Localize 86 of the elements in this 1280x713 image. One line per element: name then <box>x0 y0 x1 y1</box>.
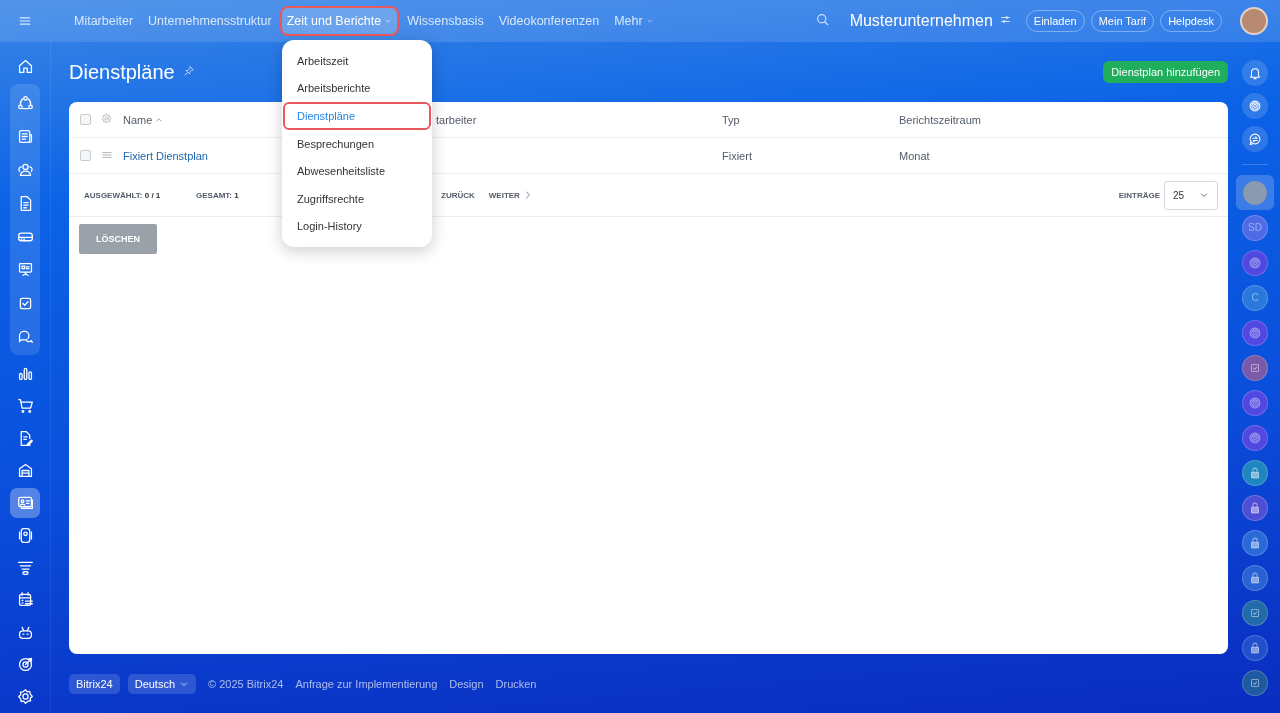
delete-button[interactable]: LÖSCHEN <box>79 224 157 254</box>
chat-avatar[interactable] <box>1242 249 1268 276</box>
bell-icon <box>1248 66 1262 80</box>
chat-avatar[interactable] <box>1242 634 1268 661</box>
lock-icon <box>1248 570 1262 585</box>
presentation-icon <box>16 261 34 279</box>
nav-tab[interactable]: Wissensbasis <box>400 6 491 36</box>
chat-avatar[interactable] <box>1242 389 1268 416</box>
sliders-icon <box>998 13 1012 26</box>
sort-up-icon <box>155 115 164 124</box>
footer-link[interactable]: Anfrage zur Implementierung <box>295 677 438 690</box>
entries-select[interactable]: 25 <box>1164 180 1218 210</box>
column-header[interactable]: Berichtszeitraum <box>899 113 1228 126</box>
table-cell-text: Fixiert <box>722 149 753 162</box>
row-checkbox[interactable] <box>80 150 91 161</box>
company-name[interactable]: Musterunternehmen <box>849 12 993 30</box>
contact-card-nav-button[interactable] <box>10 487 40 518</box>
chevron-down-icon <box>1199 190 1209 200</box>
next-button[interactable]: WEITER <box>488 190 533 200</box>
nav-tab[interactable]: Zeit und Berichte <box>279 6 400 36</box>
cart-icon <box>16 397 34 415</box>
language-select[interactable]: Deutsch <box>127 673 197 694</box>
spiral-icon <box>1248 395 1262 410</box>
lock-icon <box>1248 640 1262 655</box>
menu-item[interactable]: Abwesenheitsliste <box>283 157 431 185</box>
select-all-checkbox[interactable] <box>80 114 91 125</box>
chat-icon <box>1248 132 1262 146</box>
settings-icon <box>101 113 112 124</box>
pin-icon <box>182 65 195 77</box>
footer-link[interactable]: Design <box>449 677 484 690</box>
chat-avatar[interactable] <box>1242 459 1268 486</box>
add-button[interactable]: Dienstplan hinzufügen <box>1103 61 1228 83</box>
brand-button[interactable]: Bitrix24 <box>69 673 120 694</box>
footer-link[interactable]: Drucken <box>495 677 537 690</box>
chat-avatar[interactable] <box>1242 564 1268 591</box>
chat-avatar[interactable] <box>1242 494 1268 521</box>
caret-icon <box>645 17 654 25</box>
page-title: Dienstpläne <box>69 60 175 84</box>
user-avatar[interactable] <box>1240 7 1268 35</box>
chat-avatar[interactable] <box>1242 669 1268 696</box>
nav-tab[interactable]: Unternehmensstruktur <box>141 6 279 36</box>
chat-avatar[interactable] <box>1242 599 1268 626</box>
chat-avatar[interactable] <box>1242 319 1268 346</box>
chat-button[interactable] <box>1242 126 1268 152</box>
settings-icon <box>16 688 34 706</box>
nav-tab[interactable]: Mitarbeiter <box>67 6 141 36</box>
spiral-icon <box>1248 430 1262 445</box>
chat-avatar[interactable] <box>1242 529 1268 556</box>
lock-icon <box>1248 465 1262 480</box>
column-header[interactable]: Typ <box>722 113 899 126</box>
spiral-icon <box>1248 325 1262 340</box>
menu-item[interactable]: Zugriffsrechte <box>283 184 431 213</box>
spiral-icon <box>1248 99 1262 113</box>
newspaper-icon <box>16 127 34 145</box>
menu-item[interactable]: Besprechungen <box>283 129 431 158</box>
nav-tab[interactable]: Mehr <box>607 6 661 36</box>
menu-item[interactable]: Arbeitszeit <box>283 47 431 75</box>
chat-icon <box>16 328 34 346</box>
lock-icon <box>1248 500 1262 515</box>
nav-tab[interactable]: Videokonferenzen <box>491 6 607 36</box>
menu-item[interactable]: Dienstpläne <box>283 102 431 130</box>
entries-label: EINTRÄGE <box>1118 190 1160 200</box>
chat-avatar[interactable] <box>1242 354 1268 381</box>
target-icon <box>16 655 34 673</box>
column-header[interactable]: tarbeiter <box>436 113 722 126</box>
warehouse-icon <box>16 461 34 479</box>
menu-item[interactable]: Arbeitsberichte <box>283 74 431 103</box>
bell-button[interactable] <box>1242 60 1268 86</box>
spiral-icon <box>1248 255 1262 270</box>
lock-icon <box>1248 535 1262 550</box>
search-icon <box>814 11 830 27</box>
workflow-icon <box>16 94 34 112</box>
table-cell-text: Monat <box>899 149 931 162</box>
people-icon <box>16 161 34 179</box>
previous-button[interactable]: ZURÜCK <box>441 190 475 200</box>
caret-icon <box>384 17 393 25</box>
chat-avatar[interactable] <box>1242 424 1268 451</box>
copyright-text: © 2025 Bitrix24 <box>208 677 284 690</box>
home-icon <box>16 57 34 75</box>
spiral-button[interactable] <box>1242 93 1268 119</box>
phone-icon <box>16 526 34 544</box>
menu-item[interactable]: Login-History <box>283 212 431 241</box>
contact-card-icon <box>16 494 34 512</box>
bar-chart-icon <box>16 365 34 382</box>
selected-count: AUSGEWÄHLT: 0 / 1 <box>84 190 162 200</box>
calendar-icon <box>16 591 34 609</box>
